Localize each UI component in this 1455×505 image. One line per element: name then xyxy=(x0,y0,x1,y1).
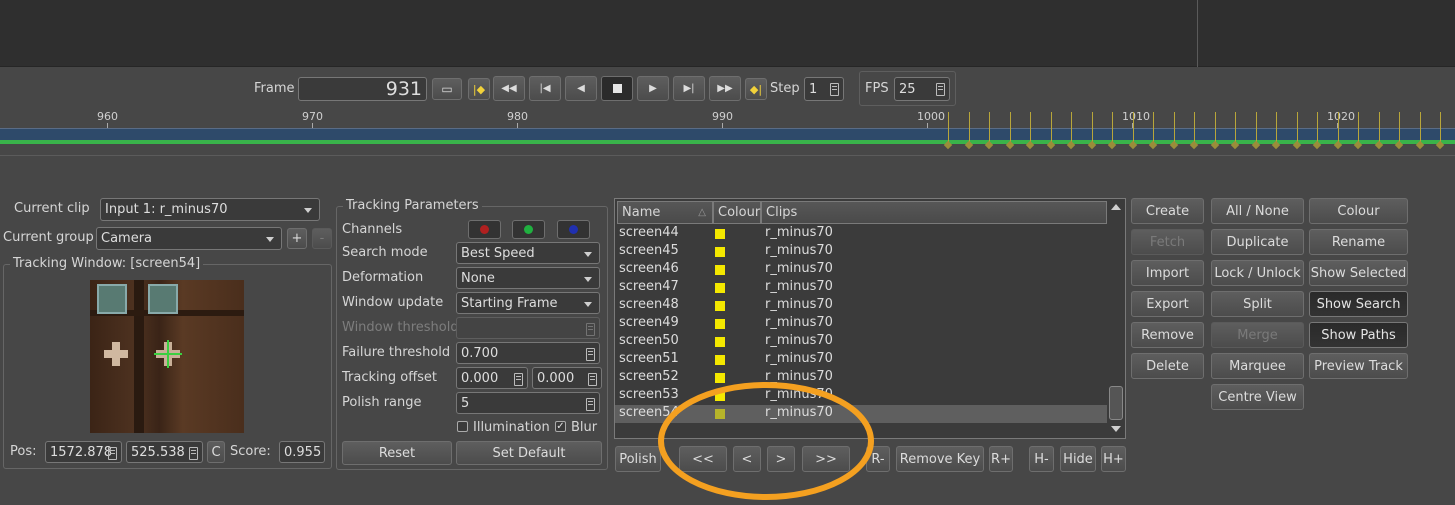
annotation-overlay xyxy=(658,382,874,500)
annotation-circle xyxy=(658,382,874,500)
